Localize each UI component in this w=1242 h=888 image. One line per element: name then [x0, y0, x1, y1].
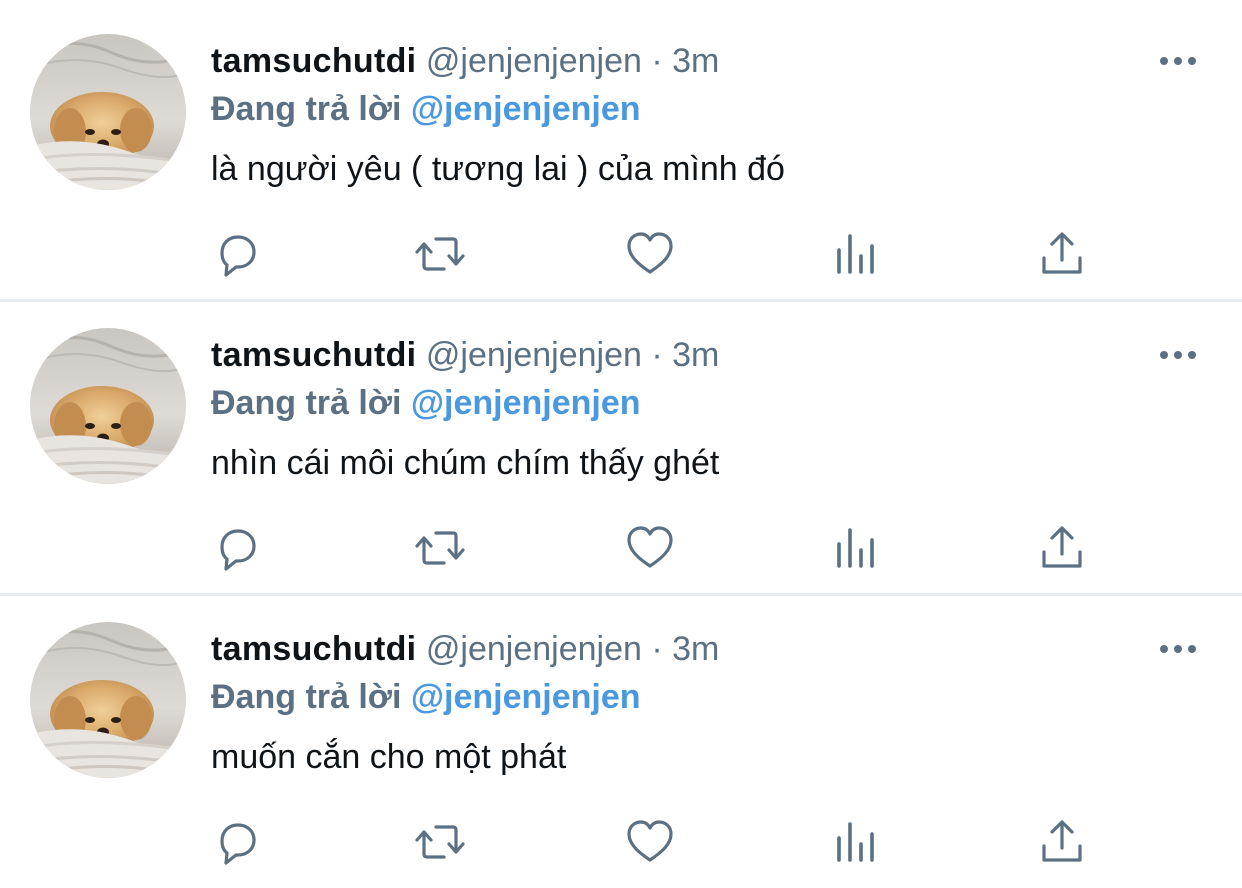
replying-mention-link[interactable]: @jenjenjenjen: [411, 678, 641, 716]
share-upload-icon: [1042, 820, 1082, 862]
tweet-text: nhìn cái môi chúm chím thấy ghét: [211, 444, 720, 482]
tweet-header: tamsuchutdi @jenjenjenjen · 3m: [211, 334, 719, 376]
more-options-button[interactable]: [1158, 340, 1202, 370]
separator-dot: ·: [651, 42, 663, 80]
analytics-button[interactable]: [830, 816, 882, 868]
user-handle[interactable]: @jenjenjenjen: [426, 42, 642, 80]
heart-icon: [627, 526, 673, 568]
reply-bubble-icon: [220, 529, 256, 571]
tweet-header: tamsuchutdi @jenjenjenjen · 3m: [211, 40, 719, 82]
timestamp[interactable]: 3m: [672, 630, 719, 668]
timestamp[interactable]: 3m: [672, 336, 719, 374]
share-button[interactable]: [1036, 522, 1088, 574]
replying-to: Đang trả lời @jenjenjenjen: [211, 382, 641, 424]
more-dots-icon: [1160, 57, 1196, 65]
timestamp[interactable]: 3m: [672, 42, 719, 80]
tweet-text: là người yêu ( tương lai ) của mình đó: [211, 150, 785, 188]
replying-mention-link[interactable]: @jenjenjenjen: [411, 90, 641, 128]
avatar[interactable]: [30, 34, 186, 190]
more-dots-icon: [1160, 351, 1196, 359]
share-upload-icon: [1042, 526, 1082, 568]
like-button[interactable]: [624, 228, 676, 280]
share-upload-icon: [1042, 232, 1082, 274]
like-button[interactable]: [624, 522, 676, 574]
retweet-icon: [415, 825, 465, 859]
like-button[interactable]: [624, 816, 676, 868]
avatar[interactable]: [30, 622, 186, 778]
display-name[interactable]: tamsuchutdi: [211, 336, 416, 374]
user-handle[interactable]: @jenjenjenjen: [426, 336, 642, 374]
analytics-bars-icon: [837, 528, 874, 568]
avatar[interactable]: [30, 328, 186, 484]
retweet-button[interactable]: [414, 522, 466, 574]
tweet-header: tamsuchutdi @jenjenjenjen · 3m: [211, 628, 719, 670]
replying-mention-link[interactable]: @jenjenjenjen: [411, 384, 641, 422]
reply-button[interactable]: [212, 816, 264, 868]
reply-bubble-icon: [220, 235, 256, 277]
analytics-bars-icon: [837, 234, 874, 274]
avatar-puppy-image: [30, 34, 186, 190]
tweet-divider: [0, 299, 1242, 302]
reply-button[interactable]: [212, 522, 264, 574]
replying-prefix: Đang trả lời: [211, 678, 402, 716]
separator-dot: ·: [651, 336, 663, 374]
user-handle[interactable]: @jenjenjenjen: [426, 630, 642, 668]
analytics-button[interactable]: [830, 228, 882, 280]
avatar-puppy-image: [30, 328, 186, 484]
analytics-button[interactable]: [830, 522, 882, 574]
replying-to: Đang trả lời @jenjenjenjen: [211, 676, 641, 718]
share-button[interactable]: [1036, 228, 1088, 280]
more-options-button[interactable]: [1158, 634, 1202, 664]
tweet-divider: [0, 593, 1242, 596]
heart-icon: [627, 820, 673, 862]
reply-button[interactable]: [212, 228, 264, 280]
analytics-bars-icon: [837, 822, 874, 862]
display-name[interactable]: tamsuchutdi: [211, 42, 416, 80]
retweet-icon: [415, 531, 465, 565]
tweet[interactable]: tamsuchutdi @jenjenjenjen · 3m Đang trả …: [0, 294, 1242, 588]
tweet[interactable]: tamsuchutdi @jenjenjenjen · 3m Đang trả …: [0, 588, 1242, 882]
retweet-button[interactable]: [414, 816, 466, 868]
reply-bubble-icon: [220, 823, 256, 865]
more-options-button[interactable]: [1158, 46, 1202, 76]
avatar-puppy-image: [30, 622, 186, 778]
share-button[interactable]: [1036, 816, 1088, 868]
tweet[interactable]: tamsuchutdi @jenjenjenjen · 3m Đang trả …: [0, 0, 1242, 294]
more-dots-icon: [1160, 645, 1196, 653]
replying-prefix: Đang trả lời: [211, 90, 402, 128]
replying-prefix: Đang trả lời: [211, 384, 402, 422]
heart-icon: [627, 232, 673, 274]
retweet-button[interactable]: [414, 228, 466, 280]
retweet-icon: [415, 237, 465, 271]
display-name[interactable]: tamsuchutdi: [211, 630, 416, 668]
replying-to: Đang trả lời @jenjenjenjen: [211, 88, 641, 130]
separator-dot: ·: [651, 630, 663, 668]
tweet-text: muốn cắn cho một phát: [211, 738, 567, 776]
